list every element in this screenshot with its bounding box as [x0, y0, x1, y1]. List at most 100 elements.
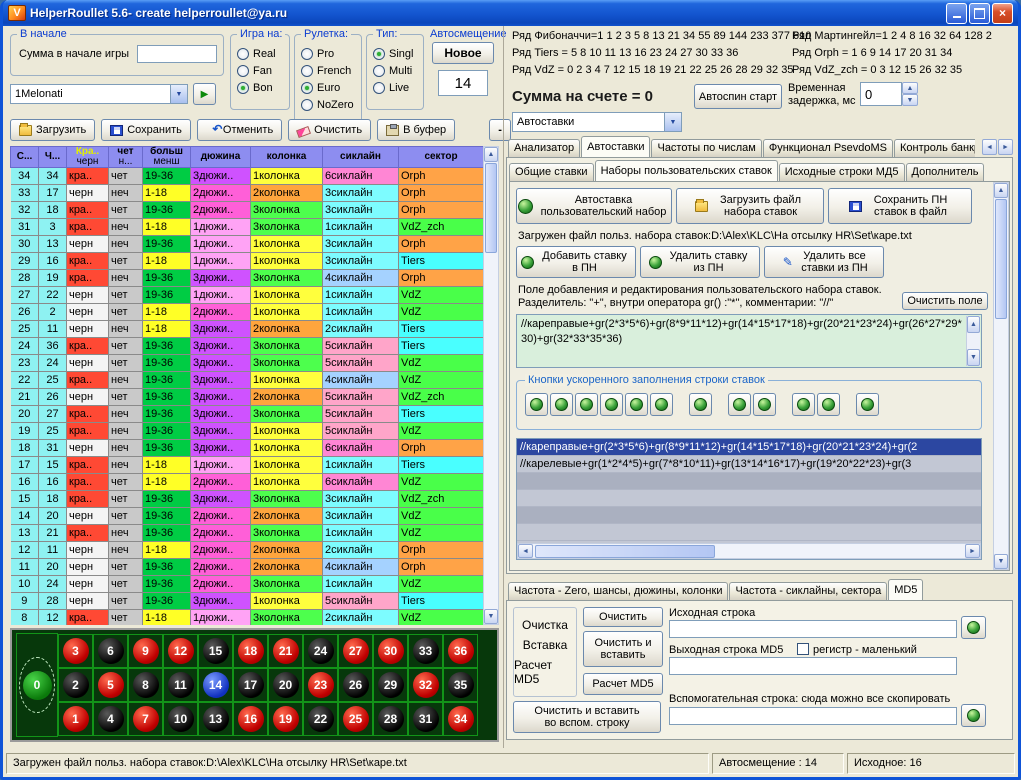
add-bet-button[interactable]: Добавить ставкув ПН — [516, 246, 636, 278]
board-number-14[interactable]: 14 — [203, 672, 229, 698]
md5-register-checkbox[interactable]: регистр - маленький — [797, 643, 917, 656]
autobet-custom-set-button[interactable]: Автоставкапользовательский набор — [516, 188, 672, 224]
scroll-down-icon[interactable]: ▼ — [994, 554, 1008, 569]
board-number-12[interactable]: 12 — [168, 638, 194, 664]
board-number-36[interactable]: 36 — [448, 638, 474, 664]
table-row[interactable]: 2436кра..чет19-363дюжи..3колонка5сиклайн… — [11, 338, 484, 355]
radio-roulette-pro[interactable]: Pro — [295, 45, 361, 62]
start-sum-input[interactable] — [137, 45, 217, 63]
tab-scroll-right-icon[interactable]: ► — [998, 139, 1013, 155]
toolbar-folder-open-button[interactable]: Загрузить — [10, 119, 95, 141]
quick-bet-button[interactable] — [625, 393, 648, 416]
quick-bet-button[interactable] — [525, 393, 548, 416]
md5-aux-input[interactable] — [669, 707, 957, 725]
board-number-13[interactable]: 13 — [203, 706, 229, 732]
table-row[interactable]: 1831черннеч19-363дюжи..1колонка6сиклайнO… — [11, 440, 484, 457]
table-row[interactable]: 2027кра..неч19-363дюжи..3колонка5сиклайн… — [11, 406, 484, 423]
table-row[interactable]: 928чернчет19-363дюжи..1колонка5сиклайнTi… — [11, 593, 484, 610]
md5-calc-button[interactable]: Расчет MD5 — [583, 673, 663, 695]
radio-roulette-nozero[interactable]: NoZero — [295, 96, 361, 113]
board-number-30[interactable]: 30 — [378, 638, 404, 664]
board-number-6[interactable]: 6 — [98, 638, 124, 664]
main-tab-2[interactable]: Частоты по числам — [651, 139, 761, 157]
board-number-29[interactable]: 29 — [378, 672, 404, 698]
autospin-start-button[interactable]: Автоспин старт — [694, 84, 782, 109]
board-number-18[interactable]: 18 — [238, 638, 264, 664]
table-row[interactable]: 2225кра..неч19-363дюжи..1колонка4сиклайн… — [11, 372, 484, 389]
board-number-4[interactable]: 4 — [98, 706, 124, 732]
quick-bet-button[interactable] — [753, 393, 776, 416]
table-row[interactable]: 1715кра..неч1-181дюжи..1колонка1сиклайнT… — [11, 457, 484, 474]
board-number-20[interactable]: 20 — [273, 672, 299, 698]
preset-select[interactable]: 1Melonati ▼ — [10, 84, 188, 104]
checkbox-icon[interactable] — [797, 643, 809, 655]
table-row[interactable]: 2916кра..чет1-181дюжи..1колонка3сиклайнT… — [11, 253, 484, 270]
board-number-16[interactable]: 16 — [238, 706, 264, 732]
tab-scroll-left-icon[interactable]: ◄ — [982, 139, 997, 155]
table-row[interactable]: 2324чернчет19-363дюжи..3колонка5сиклайнV… — [11, 355, 484, 372]
clear-field-button[interactable]: Очистить поле — [902, 292, 988, 310]
board-number-5[interactable]: 5 — [98, 672, 124, 698]
radio-roulette-french[interactable]: French — [295, 62, 361, 79]
table-vscrollbar[interactable]: ▲ ▼ — [483, 146, 499, 625]
delay-value[interactable]: 0 — [860, 82, 902, 106]
quick-bet-button[interactable] — [689, 393, 712, 416]
scroll-down-icon[interactable]: ▼ — [484, 609, 498, 624]
scroll-left-icon[interactable]: ◄ — [518, 544, 533, 558]
scroll-down-icon[interactable]: ▼ — [967, 349, 980, 366]
bet-set-list[interactable]: //кареправые+gr(2*3*5*6)+gr(8*9*11*12)+g… — [516, 438, 982, 560]
table-row[interactable]: 3317черннеч1-182дюжи..2колонка3сиклайнOr… — [11, 185, 484, 202]
delay-spinner[interactable]: 0 ▲ ▼ — [860, 82, 918, 106]
column-header[interactable]: большменш — [143, 147, 191, 168]
board-number-25[interactable]: 25 — [343, 706, 369, 732]
board-number-35[interactable]: 35 — [448, 672, 474, 698]
table-row[interactable]: 2126чернчет19-363дюжи..2колонка5сиклайнV… — [11, 389, 484, 406]
quick-bet-button[interactable] — [550, 393, 573, 416]
sub-tab-0[interactable]: Общие ставки — [509, 163, 594, 181]
maximize-button[interactable] — [969, 3, 990, 24]
board-number-3[interactable]: 3 — [63, 638, 89, 664]
radio-game-bon[interactable]: Bon — [231, 79, 289, 96]
delete-bet-button[interactable]: Удалить ставкуиз ПН — [640, 246, 760, 278]
board-number-26[interactable]: 26 — [343, 672, 369, 698]
quick-bet-button[interactable] — [575, 393, 598, 416]
table-row[interactable]: 1616кра..чет1-182дюжи..1колонка6сиклайнV… — [11, 474, 484, 491]
board-number-32[interactable]: 32 — [413, 672, 439, 698]
board-number-0[interactable]: 0 — [23, 671, 52, 700]
quick-bet-button[interactable] — [728, 393, 751, 416]
minimize-button[interactable] — [946, 3, 967, 24]
board-number-1[interactable]: 1 — [63, 706, 89, 732]
table-row[interactable]: 313кра..неч1-181дюжи..3колонка1сиклайнVd… — [11, 219, 484, 236]
column-header[interactable]: С... — [11, 147, 39, 168]
board-number-21[interactable]: 21 — [273, 638, 299, 664]
scroll-up-icon[interactable]: ▲ — [967, 316, 980, 333]
md5-source-go-button[interactable] — [961, 616, 986, 639]
table-row[interactable]: 1518кра..чет19-363дюжи..3колонка3сиклайн… — [11, 491, 484, 508]
board-number-22[interactable]: 22 — [308, 706, 334, 732]
radio-game-fan[interactable]: Fan — [231, 62, 289, 79]
column-header[interactable]: дюжина — [191, 147, 251, 168]
quick-bet-button[interactable] — [792, 393, 815, 416]
table-row[interactable]: 1925кра..неч19-363дюжи..1колонка5сиклайн… — [11, 423, 484, 440]
column-header[interactable]: колонка — [251, 147, 323, 168]
sub-tab-3[interactable]: Дополнитель — [906, 163, 985, 181]
board-number-28[interactable]: 28 — [378, 706, 404, 732]
toolbar-floppy-button[interactable]: Сохранить — [101, 119, 191, 141]
scroll-up-icon[interactable]: ▲ — [484, 147, 498, 162]
board-number-34[interactable]: 34 — [448, 706, 474, 732]
board-number-8[interactable]: 8 — [133, 672, 159, 698]
column-header[interactable]: четн... — [109, 147, 143, 168]
titlebar[interactable]: V HelperRoullet 5.6- create helperroulle… — [3, 0, 1018, 26]
radio-type-singl[interactable]: Singl — [367, 45, 423, 62]
bet-edit-field[interactable]: //кареправые+gr(2*3*5*6)+gr(8*9*11*12)+g… — [516, 314, 982, 368]
bottom-tab-1[interactable]: Частота - сиклайны, сектора — [729, 582, 887, 600]
radio-type-multi[interactable]: Multi — [367, 62, 423, 79]
scroll-up-icon[interactable]: ▲ — [994, 183, 1008, 198]
panel-vscrollbar[interactable]: ▲ ▼ — [993, 182, 1009, 570]
panel-scroll-thumb[interactable] — [995, 199, 1007, 319]
md5-clear-paste-aux-button[interactable]: Очистить и вставитьво вспом. строку — [513, 701, 661, 733]
md5-source-input[interactable] — [669, 620, 957, 638]
main-tab-0[interactable]: Анализатор — [508, 139, 580, 157]
table-row[interactable]: 2511черннеч1-183дюжи..2колонка2сиклайнTi… — [11, 321, 484, 338]
autobets-select[interactable]: Автоставки ▼ — [512, 112, 682, 132]
